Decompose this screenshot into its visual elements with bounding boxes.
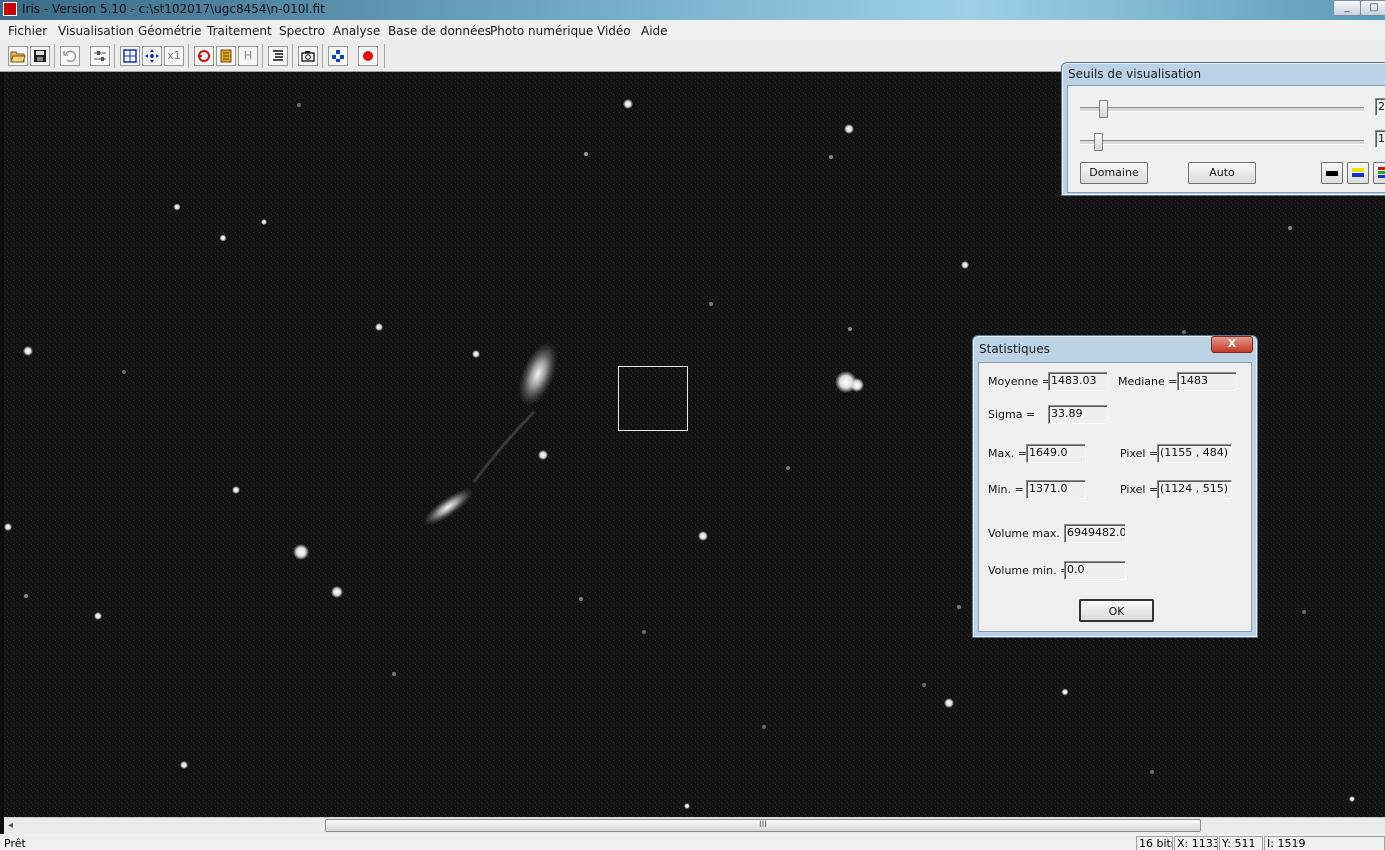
menu-bar: Fichier Visualisation Géométrie Traiteme… xyxy=(0,20,1385,40)
min-field: 1371.0 xyxy=(1026,480,1086,499)
close-button[interactable]: X xyxy=(1211,336,1253,353)
stack-icon[interactable] xyxy=(328,46,348,66)
menu-traitement[interactable]: Traitement xyxy=(207,24,272,38)
scroll-left-arrow-icon[interactable]: ◂ xyxy=(8,820,13,831)
status-y: Y: 511 xyxy=(1219,836,1263,850)
high-threshold-field[interactable]: 20 xyxy=(1375,98,1385,116)
zoom-in-icon[interactable] xyxy=(120,46,140,66)
status-bits: 16 bits xyxy=(1136,836,1173,850)
seuils-dialog: Seuils de visualisation 20 14 Domaine Au… xyxy=(1061,62,1385,196)
min-pixel-field: (1124 , 515) xyxy=(1157,480,1232,499)
moyenne-label: Moyenne = xyxy=(988,375,1051,388)
seuils-dialog-client: 20 14 Domaine Auto xyxy=(1067,85,1385,193)
yellow-blue-palette-icon xyxy=(1352,168,1364,177)
menu-analyse[interactable]: Analyse xyxy=(333,24,380,38)
rgb-palette-button[interactable] xyxy=(1373,162,1385,184)
menu-video[interactable]: Vidéo xyxy=(597,24,631,38)
title-bar: Iris - Version 5.10 - c:\st102017\ugc845… xyxy=(0,0,1385,20)
statistiques-dialog-client: Moyenne = 1483.03 Mediane = 1483 Sigma =… xyxy=(978,362,1252,632)
record-icon[interactable] xyxy=(358,46,378,66)
toolbar-separator xyxy=(188,44,189,68)
zoom-1x-icon[interactable]: x1 xyxy=(164,46,184,66)
horizontal-scrollbar[interactable]: ◂ III xyxy=(4,817,1385,834)
ok-button[interactable]: OK xyxy=(1079,599,1154,622)
menu-fichier[interactable]: Fichier xyxy=(8,24,47,38)
pan-crosshair-icon[interactable] xyxy=(142,46,162,66)
low-threshold-track xyxy=(1080,140,1364,145)
status-x: X: 1133 xyxy=(1174,836,1218,850)
high-threshold-track xyxy=(1080,107,1364,112)
menu-visualisation[interactable]: Visualisation xyxy=(58,24,134,38)
menu-photo-numerique[interactable]: Photo numérique xyxy=(490,24,593,38)
status-intensity: I: 1519 xyxy=(1264,836,1385,850)
max-pixel-label: Pixel = xyxy=(1120,447,1159,460)
yellow-blue-palette-button[interactable] xyxy=(1347,162,1369,184)
palette-icon[interactable] xyxy=(216,46,236,66)
toolbar-separator xyxy=(54,44,55,68)
menu-geometrie[interactable]: Géométrie xyxy=(138,24,201,38)
black-palette-icon xyxy=(1326,171,1338,176)
max-label: Max. = xyxy=(988,447,1027,460)
window-title: Iris - Version 5.10 - c:\st102017\ugc845… xyxy=(22,2,325,16)
histogram-icon[interactable]: H xyxy=(238,46,258,66)
high-threshold-slider[interactable] xyxy=(1099,100,1108,118)
domaine-button[interactable]: Domaine xyxy=(1080,162,1148,184)
scrollbar-thumb[interactable]: III xyxy=(325,819,1201,832)
save-disk-icon[interactable] xyxy=(30,46,50,66)
toolbar-separator xyxy=(262,44,263,68)
status-ready: Prêt xyxy=(4,837,26,850)
sigma-label: Sigma = xyxy=(988,408,1036,421)
mediane-label: Mediane = xyxy=(1118,375,1178,388)
minimize-button[interactable]: _ xyxy=(1333,0,1361,16)
volume-min-field: 0.0 xyxy=(1064,561,1126,580)
maximize-button[interactable]: □ xyxy=(1360,0,1385,16)
rotate-icon[interactable] xyxy=(194,46,214,66)
volume-max-label: Volume max. = xyxy=(988,527,1073,540)
max-field: 1649.0 xyxy=(1026,444,1086,463)
mediane-field: 1483 xyxy=(1177,372,1237,391)
low-threshold-field[interactable]: 14 xyxy=(1375,130,1385,148)
toolbar-separator xyxy=(384,44,385,68)
camera-icon[interactable] xyxy=(298,46,318,66)
statistiques-dialog: Statistiques X Moyenne = 1483.03 Mediane… xyxy=(972,335,1258,638)
rgb-palette-icon xyxy=(1378,167,1385,178)
volume-min-label: Volume min. = xyxy=(988,564,1070,577)
black-palette-button[interactable] xyxy=(1321,162,1343,184)
volume-max-field: 6949482.0 xyxy=(1064,524,1126,543)
statistiques-dialog-title: Statistiques xyxy=(979,342,1050,356)
min-pixel-label: Pixel = xyxy=(1120,483,1159,496)
status-bar: Prêt 16 bits X: 1133 Y: 511 I: 1519 xyxy=(0,834,1385,850)
low-threshold-slider[interactable] xyxy=(1094,133,1103,151)
toolbar-separator xyxy=(114,44,115,68)
app-icon xyxy=(3,2,17,16)
auto-button[interactable]: Auto xyxy=(1188,162,1256,184)
adjust-sliders-icon[interactable] xyxy=(90,46,110,66)
sigma-field: 33.89 xyxy=(1048,405,1108,424)
menu-aide[interactable]: Aide xyxy=(641,24,668,38)
toolbar-separator xyxy=(322,44,323,68)
open-folder-icon[interactable] xyxy=(8,46,28,66)
list-icon[interactable] xyxy=(268,46,288,66)
max-pixel-field: (1155 , 484) xyxy=(1157,444,1232,463)
undo-icon[interactable] xyxy=(60,46,80,66)
min-label: Min. = xyxy=(988,483,1024,496)
menu-spectro[interactable]: Spectro xyxy=(279,24,325,38)
toolbar-separator xyxy=(292,44,293,68)
menu-base-de-donnees[interactable]: Base de données xyxy=(388,24,491,38)
seuils-dialog-title: Seuils de visualisation xyxy=(1068,67,1202,81)
moyenne-field: 1483.03 xyxy=(1048,372,1108,391)
